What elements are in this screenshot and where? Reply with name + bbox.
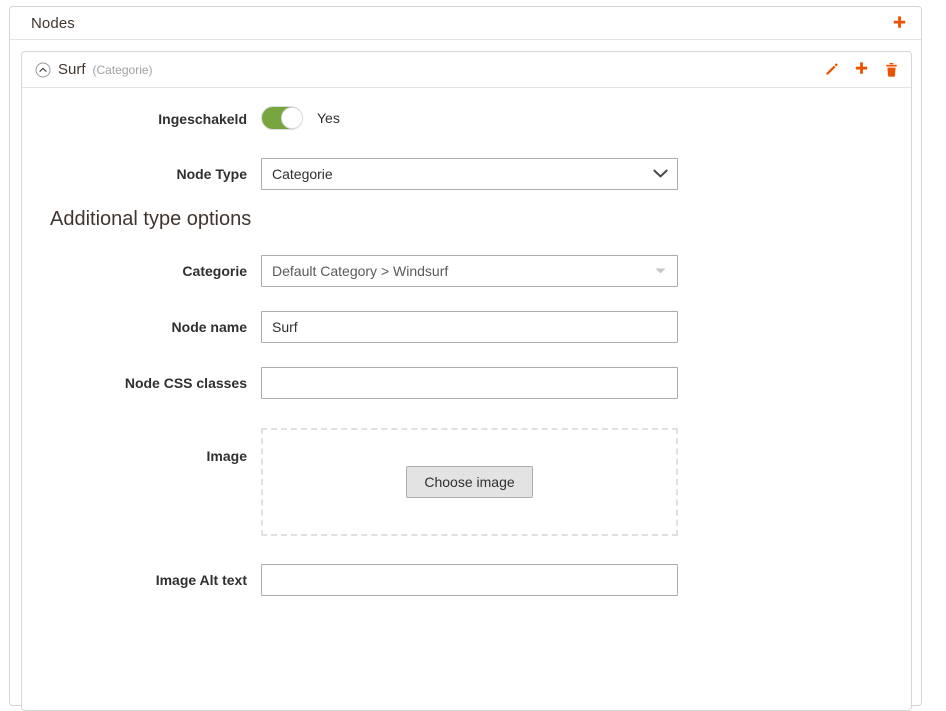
delete-node-button[interactable] <box>884 62 899 78</box>
node-card-header: Surf (Categorie) <box>22 52 911 88</box>
node-type-control: Categorie <box>261 158 911 190</box>
toggle-knob <box>281 107 303 129</box>
section-title-additional-options: Additional type options <box>50 208 252 230</box>
node-name-label: Node name <box>171 319 247 335</box>
node-title: Surf <box>58 61 86 78</box>
enabled-state-text: Yes <box>317 110 340 126</box>
categorie-select[interactable]: Default Category > Windsurf <box>261 255 678 287</box>
edit-node-button[interactable] <box>823 62 839 78</box>
categorie-value: Default Category > Windsurf <box>272 263 449 279</box>
image-alt-text-input[interactable] <box>261 564 678 596</box>
enabled-toggle[interactable] <box>261 106 303 130</box>
categorie-control: Default Category > Windsurf <box>261 255 911 287</box>
node-action-group <box>823 61 899 78</box>
add-node-button[interactable] <box>891 15 908 32</box>
field-node-type: Node Type Categorie <box>22 158 911 190</box>
nodes-panel: Nodes Surf (Categorie) Ingeschakeld Yes … <box>9 6 922 711</box>
choose-image-button[interactable]: Choose image <box>406 466 533 498</box>
enabled-label: Ingeschakeld <box>158 111 247 127</box>
caret-down-icon <box>655 268 666 275</box>
chevron-up-circle-icon[interactable] <box>35 62 51 78</box>
add-child-node-button[interactable] <box>853 61 870 78</box>
field-enabled: Ingeschakeld Yes <box>22 106 911 132</box>
field-categorie: Categorie Default Category > Windsurf <box>22 255 911 287</box>
image-dropzone[interactable]: Choose image <box>261 428 678 536</box>
pencil-icon <box>823 62 839 78</box>
image-alt-text-control <box>261 564 911 596</box>
image-label: Image <box>206 448 247 464</box>
node-card-surf: Surf (Categorie) Ingeschakeld Yes Node T… <box>21 51 912 711</box>
chevron-down-icon <box>653 169 668 179</box>
field-node-css-classes: Node CSS classes <box>22 367 911 399</box>
node-type-value: Categorie <box>272 166 333 182</box>
node-css-classes-control <box>261 367 911 399</box>
field-node-name: Node name <box>22 311 911 343</box>
node-form: Ingeschakeld Yes Node Type Categorie Add… <box>22 88 911 596</box>
page-title: Nodes <box>31 14 75 32</box>
node-type-label: Node Type <box>176 166 247 182</box>
node-name-control <box>261 311 911 343</box>
node-css-classes-input[interactable] <box>261 367 678 399</box>
plus-icon <box>891 15 908 32</box>
image-alt-text-label: Image Alt text <box>155 572 247 588</box>
node-type-select[interactable]: Categorie <box>261 158 678 190</box>
node-subtitle: (Categorie) <box>92 62 153 77</box>
node-name-input[interactable] <box>261 311 678 343</box>
plus-icon <box>853 61 870 78</box>
trash-icon <box>884 62 899 78</box>
nodes-panel-header: Nodes <box>10 7 921 40</box>
enabled-toggle-wrap: Yes <box>261 106 911 130</box>
image-control: Choose image <box>261 428 911 536</box>
field-image: Image Choose image <box>22 428 911 536</box>
node-css-classes-label: Node CSS classes <box>124 375 247 391</box>
categorie-label: Categorie <box>182 263 247 279</box>
enabled-control: Yes <box>261 106 911 130</box>
field-image-alt-text: Image Alt text <box>22 564 911 596</box>
